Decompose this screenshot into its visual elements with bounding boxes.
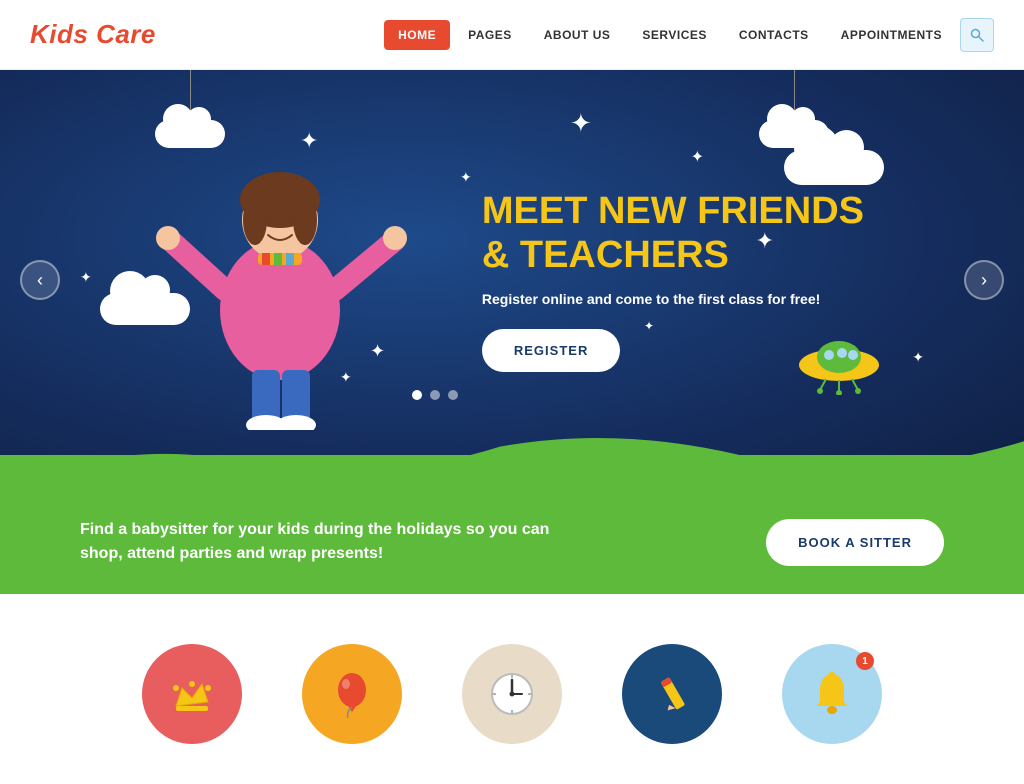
hero-subtitle: Register online and come to the first cl… (482, 291, 864, 307)
clock-icon (486, 668, 538, 720)
hero-next-arrow[interactable]: › (964, 260, 1004, 300)
icon-crown[interactable] (142, 644, 242, 744)
crown-icon (168, 670, 216, 718)
hero-girl-image (140, 110, 420, 430)
hero-dots (412, 390, 458, 400)
nav-contacts[interactable]: CONTACTS (725, 20, 823, 50)
nav-about[interactable]: ABOUT US (530, 20, 625, 50)
girl-illustration (140, 110, 420, 430)
hero-section: ✦ ✦ ✦ ✦ ✦ ✦ ✦ ✦ ✦ ✦ ‹ › (0, 70, 1024, 490)
balloon-icon (328, 670, 376, 718)
pencil-icon (648, 670, 696, 718)
star-decoration: ✦ (460, 170, 472, 184)
green-section: Find a babysitter for your kids during t… (0, 490, 1024, 594)
icon-balloon[interactable] (302, 644, 402, 744)
nav-home[interactable]: HOME (384, 20, 450, 50)
dot-1[interactable] (412, 390, 422, 400)
icon-pencil[interactable] (622, 644, 722, 744)
icons-section: 1 (0, 594, 1024, 784)
hero-content: MEET NEW FRIENDS & TEACHERS Register onl… (482, 190, 864, 372)
notification-badge: 1 (856, 652, 874, 670)
register-button[interactable]: REGISTER (482, 329, 620, 372)
book-sitter-button[interactable]: BOOK A SITTER (766, 519, 944, 566)
star-decoration: ✦ (80, 270, 92, 284)
cloud-right (784, 150, 884, 185)
star-decoration: ✦ (912, 350, 924, 364)
hero-prev-arrow[interactable]: ‹ (20, 260, 60, 300)
nav-appointments[interactable]: APPOINTMENTS (827, 20, 956, 50)
star-decoration: ✦ (570, 110, 592, 136)
main-nav: HOME PAGES ABOUT US SERVICES CONTACTS AP… (384, 18, 994, 52)
nav-services[interactable]: SERVICES (628, 20, 720, 50)
dot-2[interactable] (430, 390, 440, 400)
icon-bell[interactable]: 1 (782, 644, 882, 744)
search-icon (970, 28, 984, 42)
icon-clock[interactable] (462, 644, 562, 744)
star-decoration: ✦ (691, 150, 704, 166)
header: Kids Care HOME PAGES ABOUT US SERVICES C… (0, 0, 1024, 70)
search-button[interactable] (960, 18, 994, 52)
hero-title: MEET NEW FRIENDS & TEACHERS (482, 190, 864, 277)
nav-pages[interactable]: PAGES (454, 20, 526, 50)
logo: Kids Care (30, 19, 156, 50)
green-section-text: Find a babysitter for your kids during t… (80, 518, 580, 566)
bell-icon (808, 668, 856, 720)
dot-3[interactable] (448, 390, 458, 400)
